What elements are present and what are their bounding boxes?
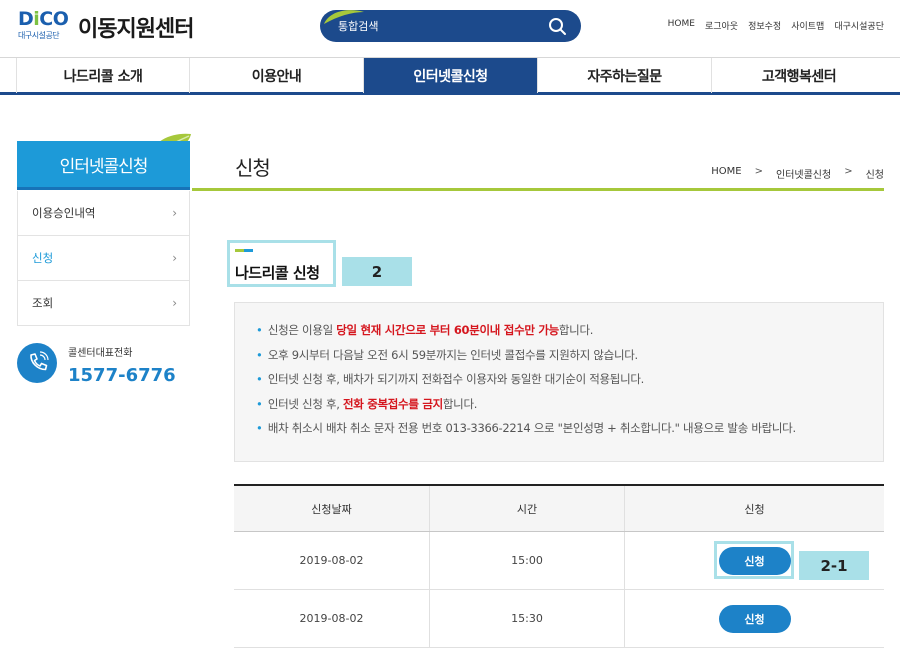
chevron-right-icon: › [172,251,177,265]
search-bar [320,10,581,42]
side-nav-title: 인터넷콜신청 [17,141,190,190]
notice-line: • 인터넷 신청 후, 배차가 되기까지 전화접수 이용자와 동일한 대기순이 … [256,372,644,386]
table-header: 신청날짜 시간 신청 [234,486,884,532]
utility-links: HOME 로그아웃 정보수정 사이트맵 대구시설공단 [668,19,884,32]
notice-box: • 신청은 이용일 당일 현재 시간으로 부터 60분이내 접수만 가능합니다.… [234,302,884,462]
side-nav-item-label: 조회 [32,296,54,310]
column-header-date: 신청날짜 [311,502,352,516]
chevron-right-icon: > [844,166,853,177]
notice-emphasis: 당일 현재 시간으로 부터 60분이내 접수만 가능 [336,323,559,337]
util-link-logout[interactable]: 로그아웃 [705,19,738,32]
logo[interactable]: DiCO 대구시설공단 [18,8,70,41]
side-nav-item-label: 신청 [32,251,54,265]
search-input[interactable] [338,17,538,35]
annotation-tag: 2 [342,257,412,286]
util-link-profile[interactable]: 정보수정 [748,19,781,32]
util-link-home[interactable]: HOME [668,19,695,32]
highlight-box [714,541,794,579]
breadcrumb-home[interactable]: HOME [711,166,741,181]
search-icon[interactable] [547,16,569,38]
apply-button[interactable]: 신청 [718,604,791,633]
cell-date: 2019-08-02 [299,554,364,567]
nav-item-nadricall-intro[interactable]: 나드리콜 소개 [16,58,190,93]
chevron-right-icon: › [172,206,177,220]
side-nav-item-apply[interactable]: 신청 › [18,236,189,281]
util-link-sitemap[interactable]: 사이트맵 [791,19,824,32]
nav-item-faq[interactable]: 자주하는질문 [538,58,712,93]
table-row: 2019-08-02 15:30 신청 [234,590,884,648]
annotation-tag: 2-1 [799,551,869,580]
column-header-time: 시간 [429,486,624,531]
side-nav-item-approval-history[interactable]: 이용승인내역 › [18,191,189,236]
breadcrumb-current: 신청 [865,170,884,181]
cell-apply: 신청 [624,590,884,647]
page-title: 신청 [235,156,271,180]
nav-item-internet-call[interactable]: 인터넷콜신청 [364,58,538,93]
notice-line: • 신청은 이용일 당일 현재 시간으로 부터 60분이내 접수만 가능합니다. [256,323,594,337]
call-center-label: 콜센터대표전화 [68,348,133,359]
side-nav: 이용승인내역 › 신청 › 조회 › [17,191,190,326]
breadcrumb-internet-call[interactable]: 인터넷콜신청 [776,166,831,181]
call-center: 콜센터대표전화 1577-6776 [17,340,197,390]
column-header-apply: 신청 [624,486,884,531]
nav-item-customer-center[interactable]: 고객행복센터 [712,58,886,93]
section-title: 나드리콜 신청 [235,264,320,282]
main-nav: 나드리콜 소개 이용안내 인터넷콜신청 자주하는질문 고객행복센터 [0,57,900,95]
nav-item-usage-guide[interactable]: 이용안내 [190,58,364,93]
logo-mark: DiCO [18,8,69,30]
notice-emphasis: 전화 중복접수를 금지 [342,396,443,411]
site-title[interactable]: 이동지원센터 [78,11,194,43]
side-nav-item-lookup[interactable]: 조회 › [18,281,189,326]
notice-line: • 인터넷 신청 후, 전화 중복접수를 금지합니다. [256,396,478,411]
phone-icon [17,343,57,383]
side-nav-item-label: 이용승인내역 [32,206,96,220]
breadcrumb: HOME > 인터넷콜신청 > 신청 [711,166,884,181]
logo-sub: 대구시설공단 [18,31,60,40]
chevron-right-icon: > [754,166,763,177]
chevron-right-icon: › [172,296,177,310]
call-center-number: 1577-6776 [68,365,176,386]
cell-time: 15:00 [429,532,624,589]
title-divider [192,188,884,191]
cell-time: 15:30 [429,590,624,647]
header: DiCO 대구시설공단 이동지원센터 HOME 로그아웃 정보수정 사이트맵 대… [0,0,900,58]
util-link-corporation[interactable]: 대구시설공단 [834,19,884,32]
notice-line: • 배차 취소시 배차 취소 문자 전용 번호 013-3366-2214 으로… [256,421,796,435]
notice-line: • 오후 9시부터 다음날 오전 6시 59분까지는 인터넷 콜접수를 지원하지… [256,347,638,362]
cell-date: 2019-08-02 [299,612,364,625]
heading-bars-icon [235,249,255,252]
